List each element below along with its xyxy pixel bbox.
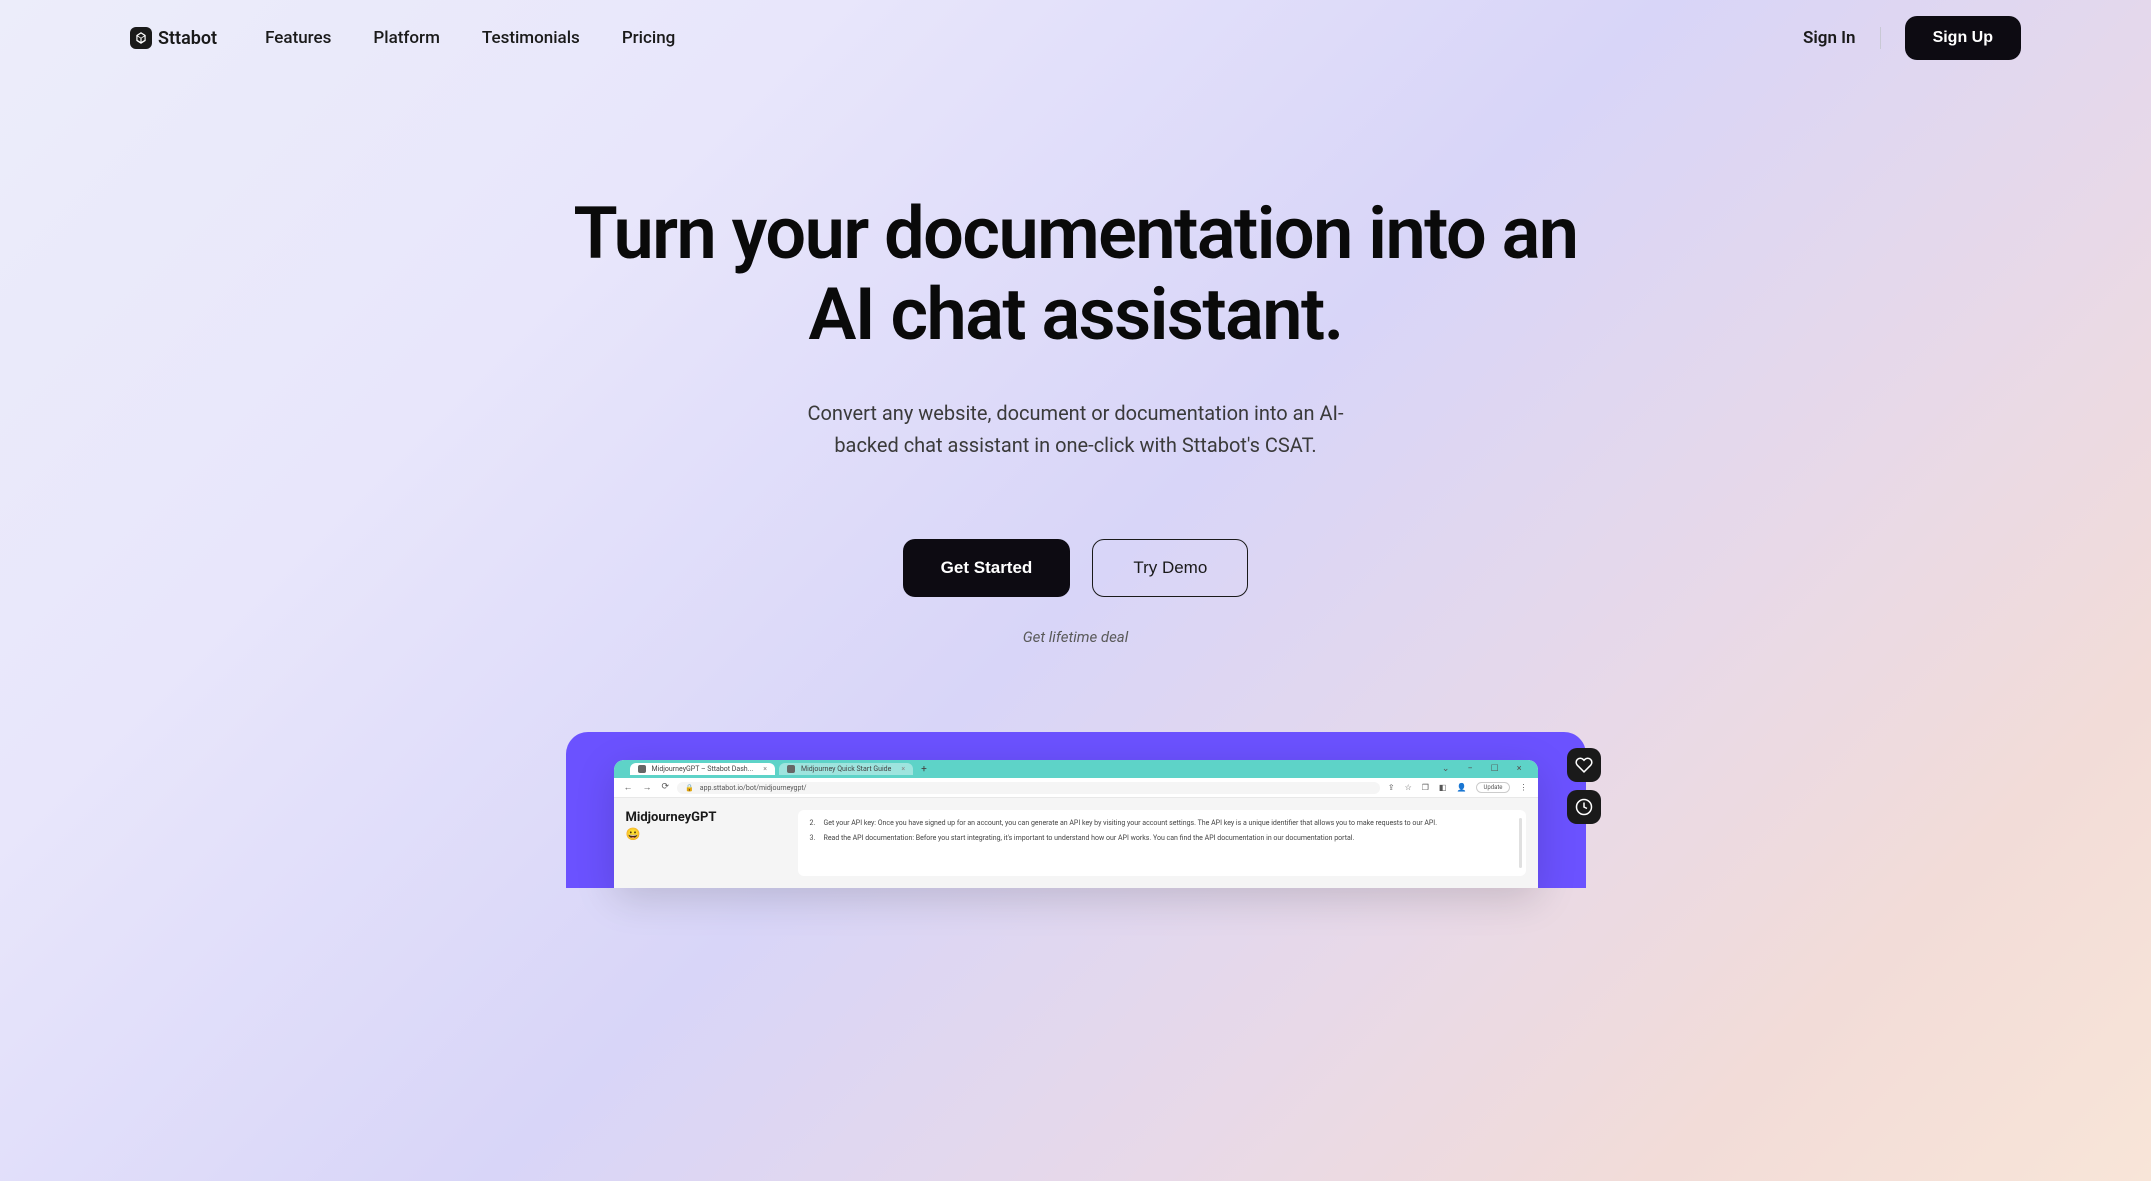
- share-icon[interactable]: ⇪: [1388, 783, 1395, 792]
- history-button[interactable]: [1567, 790, 1601, 824]
- tab-title: MidjourneyGPT – Sttabot Dash...: [652, 765, 754, 773]
- window-controls: ⌄ − ☐ ×: [1442, 764, 1522, 774]
- scrollbar[interactable]: [1519, 818, 1522, 868]
- extensions-icon[interactable]: ◧: [1439, 783, 1447, 792]
- browser-tab-inactive[interactable]: Midjourney Quick Start Guide ×: [779, 763, 913, 775]
- clock-icon: [1575, 798, 1593, 816]
- address-bar[interactable]: 🔒 app.sttabot.io/bot/midjourneygpt/: [677, 782, 1380, 794]
- browser-tabstrip: MidjourneyGPT – Sttabot Dash... × Midjou…: [614, 760, 1538, 778]
- header-right: Sign In Sign Up: [1803, 16, 2021, 60]
- update-badge[interactable]: Update: [1476, 782, 1509, 793]
- app-emoji: 😀: [626, 827, 786, 841]
- lock-icon: 🔒: [685, 784, 694, 792]
- app-main-panel: Get your API key: Once you have signed u…: [798, 810, 1526, 876]
- signup-button[interactable]: Sign Up: [1905, 16, 2021, 60]
- doc-steps-list: Get your API key: Once you have signed u…: [810, 818, 1514, 843]
- menu-icon[interactable]: ⋮: [1520, 783, 1528, 792]
- brand-name: Sttabot: [158, 28, 217, 49]
- url-text: app.sttabot.io/bot/midjourneygpt/: [700, 784, 807, 792]
- brand-logo[interactable]: Sttabot: [130, 27, 217, 49]
- tab-favicon-icon: [638, 765, 646, 773]
- cta-group: Get Started Try Demo: [566, 539, 1586, 597]
- tab-title: Midjourney Quick Start Guide: [801, 765, 891, 773]
- browser-toolbar: ← → ⟳ 🔒 app.sttabot.io/bot/midjourneygpt…: [614, 778, 1538, 798]
- lifetime-deal-link[interactable]: Get lifetime deal: [1023, 628, 1129, 646]
- tab-close-icon[interactable]: ×: [763, 765, 767, 773]
- get-started-button[interactable]: Get Started: [903, 539, 1071, 597]
- browser-window: MidjourneyGPT – Sttabot Dash... × Midjou…: [614, 760, 1538, 888]
- hero-section: Turn your documentation into an AI chat …: [526, 76, 1626, 646]
- browser-tab-active[interactable]: MidjourneyGPT – Sttabot Dash... ×: [630, 763, 775, 775]
- tab-favicon-icon: [787, 765, 795, 773]
- preview-frame: MidjourneyGPT – Sttabot Dash... × Midjou…: [566, 732, 1586, 888]
- main-nav: Features Platform Testimonials Pricing: [265, 28, 675, 48]
- star-icon[interactable]: ☆: [1405, 783, 1412, 792]
- reload-icon[interactable]: ⟳: [662, 782, 670, 793]
- doc-step: Get your API key: Once you have signed u…: [810, 818, 1514, 829]
- header-left: Sttabot Features Platform Testimonials P…: [130, 27, 675, 49]
- app-name: MidjourneyGPT: [626, 810, 786, 825]
- hero-subtitle: Convert any website, document or documen…: [806, 397, 1346, 461]
- window-dropdown-icon[interactable]: ⌄: [1442, 764, 1450, 774]
- try-demo-button[interactable]: Try Demo: [1092, 539, 1248, 597]
- nav-features[interactable]: Features: [265, 28, 331, 48]
- nav-testimonials[interactable]: Testimonials: [482, 28, 580, 48]
- profile-icon[interactable]: 👤: [1456, 783, 1466, 792]
- favorite-button[interactable]: [1567, 748, 1601, 782]
- logo-icon: [130, 27, 152, 49]
- floating-actions: [1567, 748, 1601, 824]
- doc-step: Read the API documentation: Before you s…: [810, 833, 1514, 844]
- hero-title: Turn your documentation into an AI chat …: [566, 194, 1586, 355]
- site-header: Sttabot Features Platform Testimonials P…: [0, 0, 2151, 76]
- new-tab-icon[interactable]: +: [921, 764, 927, 775]
- header-divider: [1880, 27, 1881, 49]
- browser-viewport: MidjourneyGPT 😀 Get your API key: Once y…: [614, 798, 1538, 888]
- window-maximize-icon[interactable]: ☐: [1491, 764, 1499, 774]
- puzzle-icon[interactable]: ❐: [1422, 783, 1429, 792]
- app-sidebar: MidjourneyGPT 😀: [626, 810, 786, 876]
- nav-arrows: ← → ⟳: [624, 782, 670, 793]
- signin-link[interactable]: Sign In: [1803, 28, 1856, 48]
- nav-pricing[interactable]: Pricing: [622, 28, 676, 48]
- window-minimize-icon[interactable]: −: [1467, 764, 1472, 774]
- tab-close-icon[interactable]: ×: [901, 765, 905, 773]
- window-close-icon[interactable]: ×: [1517, 764, 1522, 774]
- heart-icon: [1575, 756, 1593, 774]
- toolbar-icons: ⇪ ☆ ❐ ◧ 👤 Update ⋮: [1388, 782, 1528, 793]
- back-icon[interactable]: ←: [624, 782, 633, 793]
- forward-icon[interactable]: →: [643, 782, 652, 793]
- nav-platform[interactable]: Platform: [373, 28, 439, 48]
